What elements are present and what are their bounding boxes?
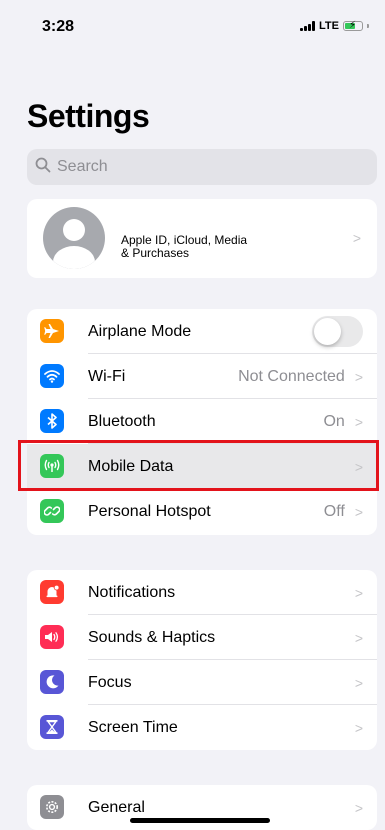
chevron-right-icon: > — [354, 719, 363, 736]
status-indicators: LTE ⚡ — [300, 20, 369, 32]
bell-icon — [40, 580, 64, 604]
airplane-mode-label: Airplane Mode — [88, 322, 192, 340]
general-label: General — [88, 798, 145, 816]
signal-icon — [300, 21, 316, 31]
battery-cap — [367, 24, 369, 28]
hourglass-icon — [40, 715, 64, 739]
apple-id-label: Apple ID, iCloud, Media & Purchases — [121, 234, 247, 260]
gear-icon — [40, 795, 64, 819]
wifi-row[interactable]: Wi-Fi Not Connected > — [27, 354, 377, 399]
chevron-right-icon: > — [354, 799, 363, 816]
moon-icon — [40, 670, 64, 694]
chevron-right-icon: > — [354, 413, 363, 430]
home-indicator[interactable] — [130, 818, 270, 823]
chevron-right-icon: > — [354, 584, 363, 601]
chevron-right-icon: > — [354, 368, 363, 385]
focus-row[interactable]: Focus > — [27, 660, 377, 705]
bluetooth-icon — [40, 409, 64, 433]
wifi-value: Not Connected — [238, 367, 345, 385]
chevron-right-icon: > — [354, 629, 363, 646]
general-row[interactable]: General > — [27, 785, 377, 830]
avatar — [43, 207, 105, 269]
airplane-mode-row[interactable]: Airplane Mode — [27, 309, 377, 354]
battery-icon: ⚡ — [343, 20, 363, 31]
bluetooth-label: Bluetooth — [88, 412, 156, 430]
notifications-group: Notifications > Sounds & Haptics > Focus… — [27, 570, 377, 750]
network-type: LTE — [319, 20, 339, 32]
airplane-icon — [40, 319, 64, 343]
personal-hotspot-value: Off — [323, 502, 345, 520]
search-input[interactable]: Search — [27, 149, 377, 185]
sounds-haptics-label: Sounds & Haptics — [88, 628, 216, 646]
chevron-right-icon: > — [352, 230, 361, 246]
highlight-annotation-box — [18, 440, 379, 491]
bluetooth-row[interactable]: Bluetooth On > — [27, 399, 377, 444]
apple-id-row[interactable]: Apple ID, iCloud, Media & Purchases > — [27, 199, 377, 278]
page-title: Settings — [27, 98, 150, 134]
sounds-haptics-row[interactable]: Sounds & Haptics > — [27, 615, 377, 660]
personal-hotspot-label: Personal Hotspot — [88, 502, 211, 520]
screen-time-label: Screen Time — [88, 718, 178, 736]
general-group: General > — [27, 785, 377, 830]
connectivity-group: Airplane Mode Wi-Fi Not Connected > Blue… — [27, 309, 377, 535]
wifi-label: Wi-Fi — [88, 367, 126, 385]
hotspot-icon — [40, 499, 64, 523]
status-time: 3:28 — [42, 18, 75, 35]
apple-id-line2: & Purchases — [121, 246, 190, 260]
bluetooth-value: On — [323, 412, 345, 430]
search-placeholder: Search — [57, 158, 108, 175]
notifications-label: Notifications — [88, 583, 176, 601]
speaker-icon — [40, 625, 64, 649]
notifications-row[interactable]: Notifications > — [27, 570, 377, 615]
chevron-right-icon: > — [354, 503, 363, 520]
chevron-right-icon: > — [354, 674, 363, 691]
airplane-mode-toggle[interactable] — [312, 316, 363, 347]
wifi-icon — [40, 364, 64, 388]
screen-time-row[interactable]: Screen Time > — [27, 705, 377, 750]
status-bar: 3:28 LTE ⚡ — [0, 0, 385, 58]
search-icon — [35, 157, 57, 178]
focus-label: Focus — [88, 673, 132, 691]
personal-hotspot-row[interactable]: Personal Hotspot Off > — [27, 489, 377, 534]
